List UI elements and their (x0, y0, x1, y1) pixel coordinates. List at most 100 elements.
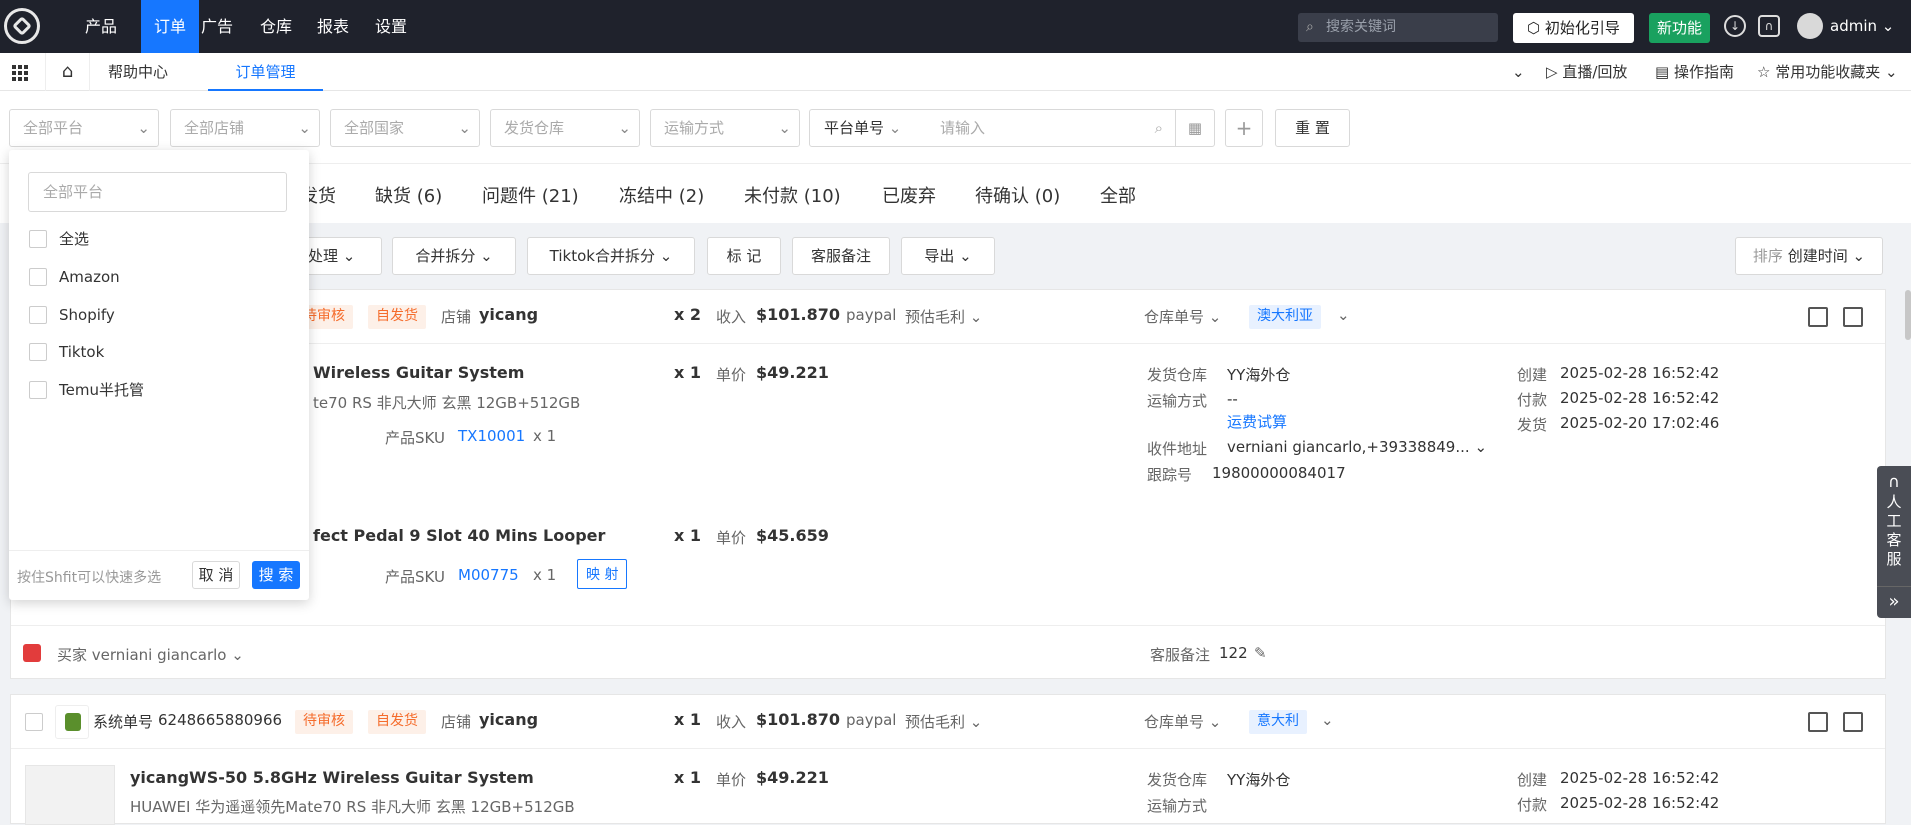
country-badge: 澳大利亚 (1249, 305, 1321, 329)
export-button[interactable]: 导出 ⌄ (901, 237, 995, 275)
search-icon: ⌕ (1154, 119, 1163, 137)
sku-link[interactable]: TX10001 (458, 427, 525, 445)
favorites-link[interactable]: ☆ 常用功能收藏夹 ⌄ (1757, 53, 1898, 91)
order-no-type-select[interactable]: 平台单号 ⌄ (809, 109, 927, 147)
address-toggle[interactable]: verniani giancarlo,+39338849... ⌄ (1227, 438, 1487, 456)
store-platform-icon (23, 644, 41, 662)
order-no-input[interactable]: 请输入 ⌕ (926, 109, 1176, 147)
nav-products[interactable]: 产品 (72, 0, 130, 53)
status-tab-all[interactable]: 全部 (1100, 182, 1136, 208)
batch-input-icon[interactable]: ▦ (1175, 109, 1215, 147)
map-button[interactable]: 映 射 (577, 559, 628, 589)
tab-help-center[interactable]: 帮助中心 (108, 53, 168, 91)
profit-toggle[interactable]: 预估毛利 ⌄ (905, 711, 982, 732)
download-icon[interactable]: ↓ (1724, 15, 1746, 37)
checkbox[interactable] (29, 343, 47, 361)
headset-icon[interactable]: ∩ (1758, 15, 1780, 37)
system-order-number[interactable]: 6248665880966 (158, 711, 282, 729)
chevron-down-icon: ⌄ (969, 713, 983, 731)
guide-link[interactable]: ▤ 操作指南 (1655, 53, 1734, 91)
ship-type-badge: 自发货 (368, 305, 426, 329)
search-icon: ⌕ (1306, 19, 1314, 35)
tiktok-merge-button[interactable]: Tiktok合并拆分 ⌄ (527, 237, 695, 275)
customer-service-widget[interactable]: ∩ 人工客服 » (1877, 466, 1911, 618)
wh-no-toggle[interactable]: 仓库单号 ⌄ (1144, 306, 1221, 327)
store-name: yicang (479, 305, 539, 324)
store-select[interactable]: 全部店铺 ⌄ (170, 109, 320, 147)
doc-icon: ▤ (1655, 63, 1674, 81)
store-name: yicang (479, 710, 539, 729)
home-icon[interactable]: ⌂ (45, 53, 90, 91)
app-logo[interactable] (4, 8, 40, 44)
chevron-down-icon: ⌄ (969, 308, 983, 326)
checkbox[interactable] (29, 230, 47, 248)
chevron-down-icon: ⌄ (298, 119, 311, 137)
edit-icon[interactable]: ✎ (1254, 644, 1267, 662)
collapse-icon[interactable]: » (1877, 586, 1911, 618)
cancel-button[interactable]: 取 消 (192, 561, 240, 589)
sku-link[interactable]: M00775 (458, 566, 519, 584)
divider (11, 625, 1885, 626)
warehouse-select[interactable]: 发货仓库 ⌄ (490, 109, 640, 147)
item-title[interactable]: fect Pedal 9 Slot 40 Mins Looper (313, 526, 605, 545)
item-variant: HUAWEI 华为遥遥领先Mate70 RS 非凡大师 玄黑 12GB+512G… (130, 798, 575, 816)
add-filter-button[interactable]: + (1225, 109, 1263, 147)
status-tab-frozen[interactable]: 冻结中 (2) (619, 182, 704, 208)
new-feature-button[interactable]: 新功能 (1649, 13, 1710, 43)
platform-search-input[interactable]: 全部平台 (28, 172, 287, 212)
status-tab-unpaid[interactable]: 未付款 (10) (744, 182, 841, 208)
live-replay-link[interactable]: ▷ 直播/回放 (1546, 53, 1627, 91)
shipping-select[interactable]: 运输方式 ⌄ (650, 109, 800, 147)
cs-note-button[interactable]: 客服备注 (792, 237, 890, 275)
wh-no-toggle[interactable]: 仓库单号 ⌄ (1144, 711, 1221, 732)
scrollbar[interactable] (1905, 290, 1911, 340)
cube-icon: ⬡ (1527, 19, 1545, 37)
view-detail-icon[interactable] (1808, 307, 1828, 327)
profit-toggle[interactable]: 预估毛利 ⌄ (905, 306, 982, 327)
country-badge: 意大利 (1249, 710, 1307, 734)
view-detail-icon[interactable] (1808, 712, 1828, 732)
status-tab-discarded[interactable]: 已废弃 (882, 182, 936, 208)
chevron-down-icon[interactable]: ⌄ (1321, 711, 1334, 729)
freight-calc-link[interactable]: 运费试算 (1227, 411, 1287, 432)
product-image[interactable] (25, 765, 115, 825)
unit-price: $49.221 (756, 768, 829, 787)
nav-ads[interactable]: 广告 (188, 0, 246, 53)
bookmark-icon[interactable] (1843, 307, 1863, 327)
chevron-down-icon: ⌄ (137, 119, 150, 137)
tab-order-management[interactable]: 订单管理 (208, 53, 323, 91)
buyer-toggle[interactable]: 买家 verniani giancarlo ⌄ (57, 644, 244, 665)
avatar[interactable] (1797, 13, 1823, 39)
item-title[interactable]: Wireless Guitar System (313, 363, 524, 382)
item-title[interactable]: yicangWS-50 5.8GHz Wireless Guitar Syste… (130, 768, 534, 787)
platform-select[interactable]: 全部平台 ⌄ (9, 109, 159, 147)
sort-select[interactable]: 排序 创建时间 ⌄ (1735, 237, 1883, 275)
income-value: $101.870 (756, 710, 841, 729)
search-button[interactable]: 搜 索 (252, 561, 300, 589)
status-tab-pending-confirm[interactable]: 待确认 (0) (975, 182, 1060, 208)
multi-select-hint: 按住Shfit可以快速多选 (17, 570, 162, 586)
reset-button[interactable]: 重 置 (1275, 109, 1350, 147)
chevron-down-icon: ⌄ (1208, 713, 1222, 731)
mark-button[interactable]: 标 记 (707, 237, 781, 275)
nav-settings[interactable]: 设置 (362, 0, 420, 53)
status-tab-out-of-stock[interactable]: 缺货 (6) (375, 182, 442, 208)
user-menu[interactable]: admin ⌄ (1830, 0, 1894, 53)
status-tab-problem[interactable]: 问题件 (21) (482, 182, 579, 208)
order-checkbox[interactable] (25, 713, 43, 731)
platform-dropdown: 全部平台 全选 Amazon Shopify Tiktok Temu半托管 按住… (9, 150, 309, 600)
checkbox[interactable] (29, 306, 47, 324)
tabs-chevron-down-icon[interactable]: ⌄ (1512, 53, 1525, 91)
bookmark-icon[interactable] (1843, 712, 1863, 732)
global-search-input[interactable]: ⌕ 搜索关键词 (1298, 13, 1498, 42)
top-navbar: 产品 订单 广告 仓库 报表 设置 ⌕ 搜索关键词 ⬡ 初始化引导 新功能 ↓ ∩… (0, 0, 1911, 53)
merge-split-button[interactable]: 合并拆分 ⌄ (392, 237, 516, 275)
checkbox[interactable] (29, 268, 47, 286)
checkbox[interactable] (29, 381, 47, 399)
chevron-down-icon[interactable]: ⌄ (1337, 306, 1350, 324)
apps-grid-icon[interactable] (12, 65, 28, 81)
init-guide-button[interactable]: ⬡ 初始化引导 (1513, 13, 1634, 43)
nav-reports[interactable]: 报表 (304, 0, 362, 53)
nav-warehouse[interactable]: 仓库 (247, 0, 305, 53)
country-select[interactable]: 全部国家 ⌄ (330, 109, 480, 147)
